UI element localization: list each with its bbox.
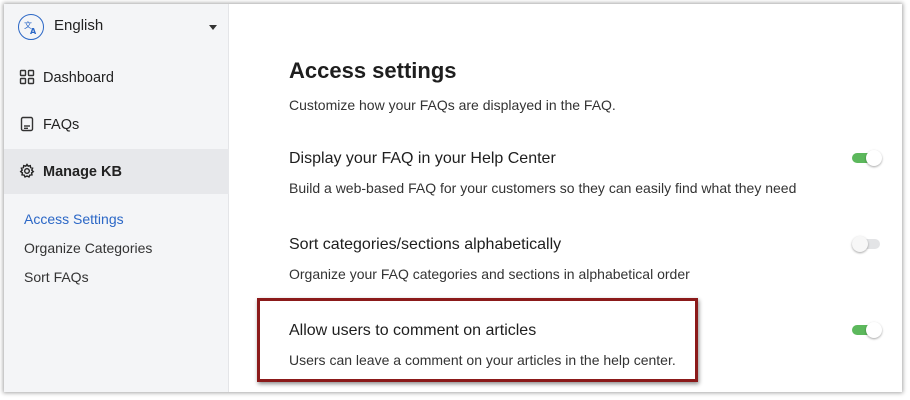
sidebar-item-label: FAQs (43, 116, 80, 133)
setting-title: Allow users to comment on articles (289, 322, 537, 339)
toggle-knob (852, 236, 868, 252)
gear-icon (19, 163, 35, 179)
sidebar-item-faqs[interactable]: FAQs (4, 102, 229, 147)
app-window: 文 A English Dashboard FAQs Manage KB Acc… (4, 4, 902, 392)
language-selector[interactable]: 文 A English (4, 4, 229, 50)
subnav-access-settings[interactable]: Access Settings (24, 211, 124, 227)
page-title: Access settings (289, 58, 457, 83)
sidebar-item-label: Manage KB (43, 163, 122, 180)
translate-icon: 文 A (18, 14, 44, 40)
language-label: English (54, 17, 104, 34)
toggle-knob (866, 322, 882, 338)
page-description: Customize how your FAQs are displayed in… (289, 97, 616, 113)
setting-description: Users can leave a comment on your articl… (289, 352, 676, 368)
sidebar: 文 A English Dashboard FAQs Manage KB Acc… (4, 4, 229, 392)
faq-document-icon (19, 116, 35, 132)
subnav-sort-faqs[interactable]: Sort FAQs (24, 269, 89, 285)
sort-alphabetically-toggle[interactable] (852, 236, 882, 252)
setting-description: Build a web-based FAQ for your customers… (289, 180, 797, 196)
setting-description: Organize your FAQ categories and section… (289, 266, 690, 282)
display-faq-toggle[interactable] (852, 150, 882, 166)
sidebar-item-dashboard[interactable]: Dashboard (4, 55, 229, 100)
setting-title: Sort categories/sections alphabetically (289, 236, 562, 253)
subnav-organize-categories[interactable]: Organize Categories (24, 240, 152, 256)
sidebar-item-manage-kb[interactable]: Manage KB (4, 149, 229, 194)
dashboard-grid-icon (19, 69, 35, 85)
chevron-down-icon (209, 25, 217, 30)
main-content: Access settings Customize how your FAQs … (230, 4, 902, 392)
sidebar-item-label: Dashboard (43, 69, 114, 86)
toggle-knob (866, 150, 882, 166)
setting-title: Display your FAQ in your Help Center (289, 150, 556, 167)
allow-comments-toggle[interactable] (852, 322, 882, 338)
svg-text:A: A (30, 27, 37, 35)
